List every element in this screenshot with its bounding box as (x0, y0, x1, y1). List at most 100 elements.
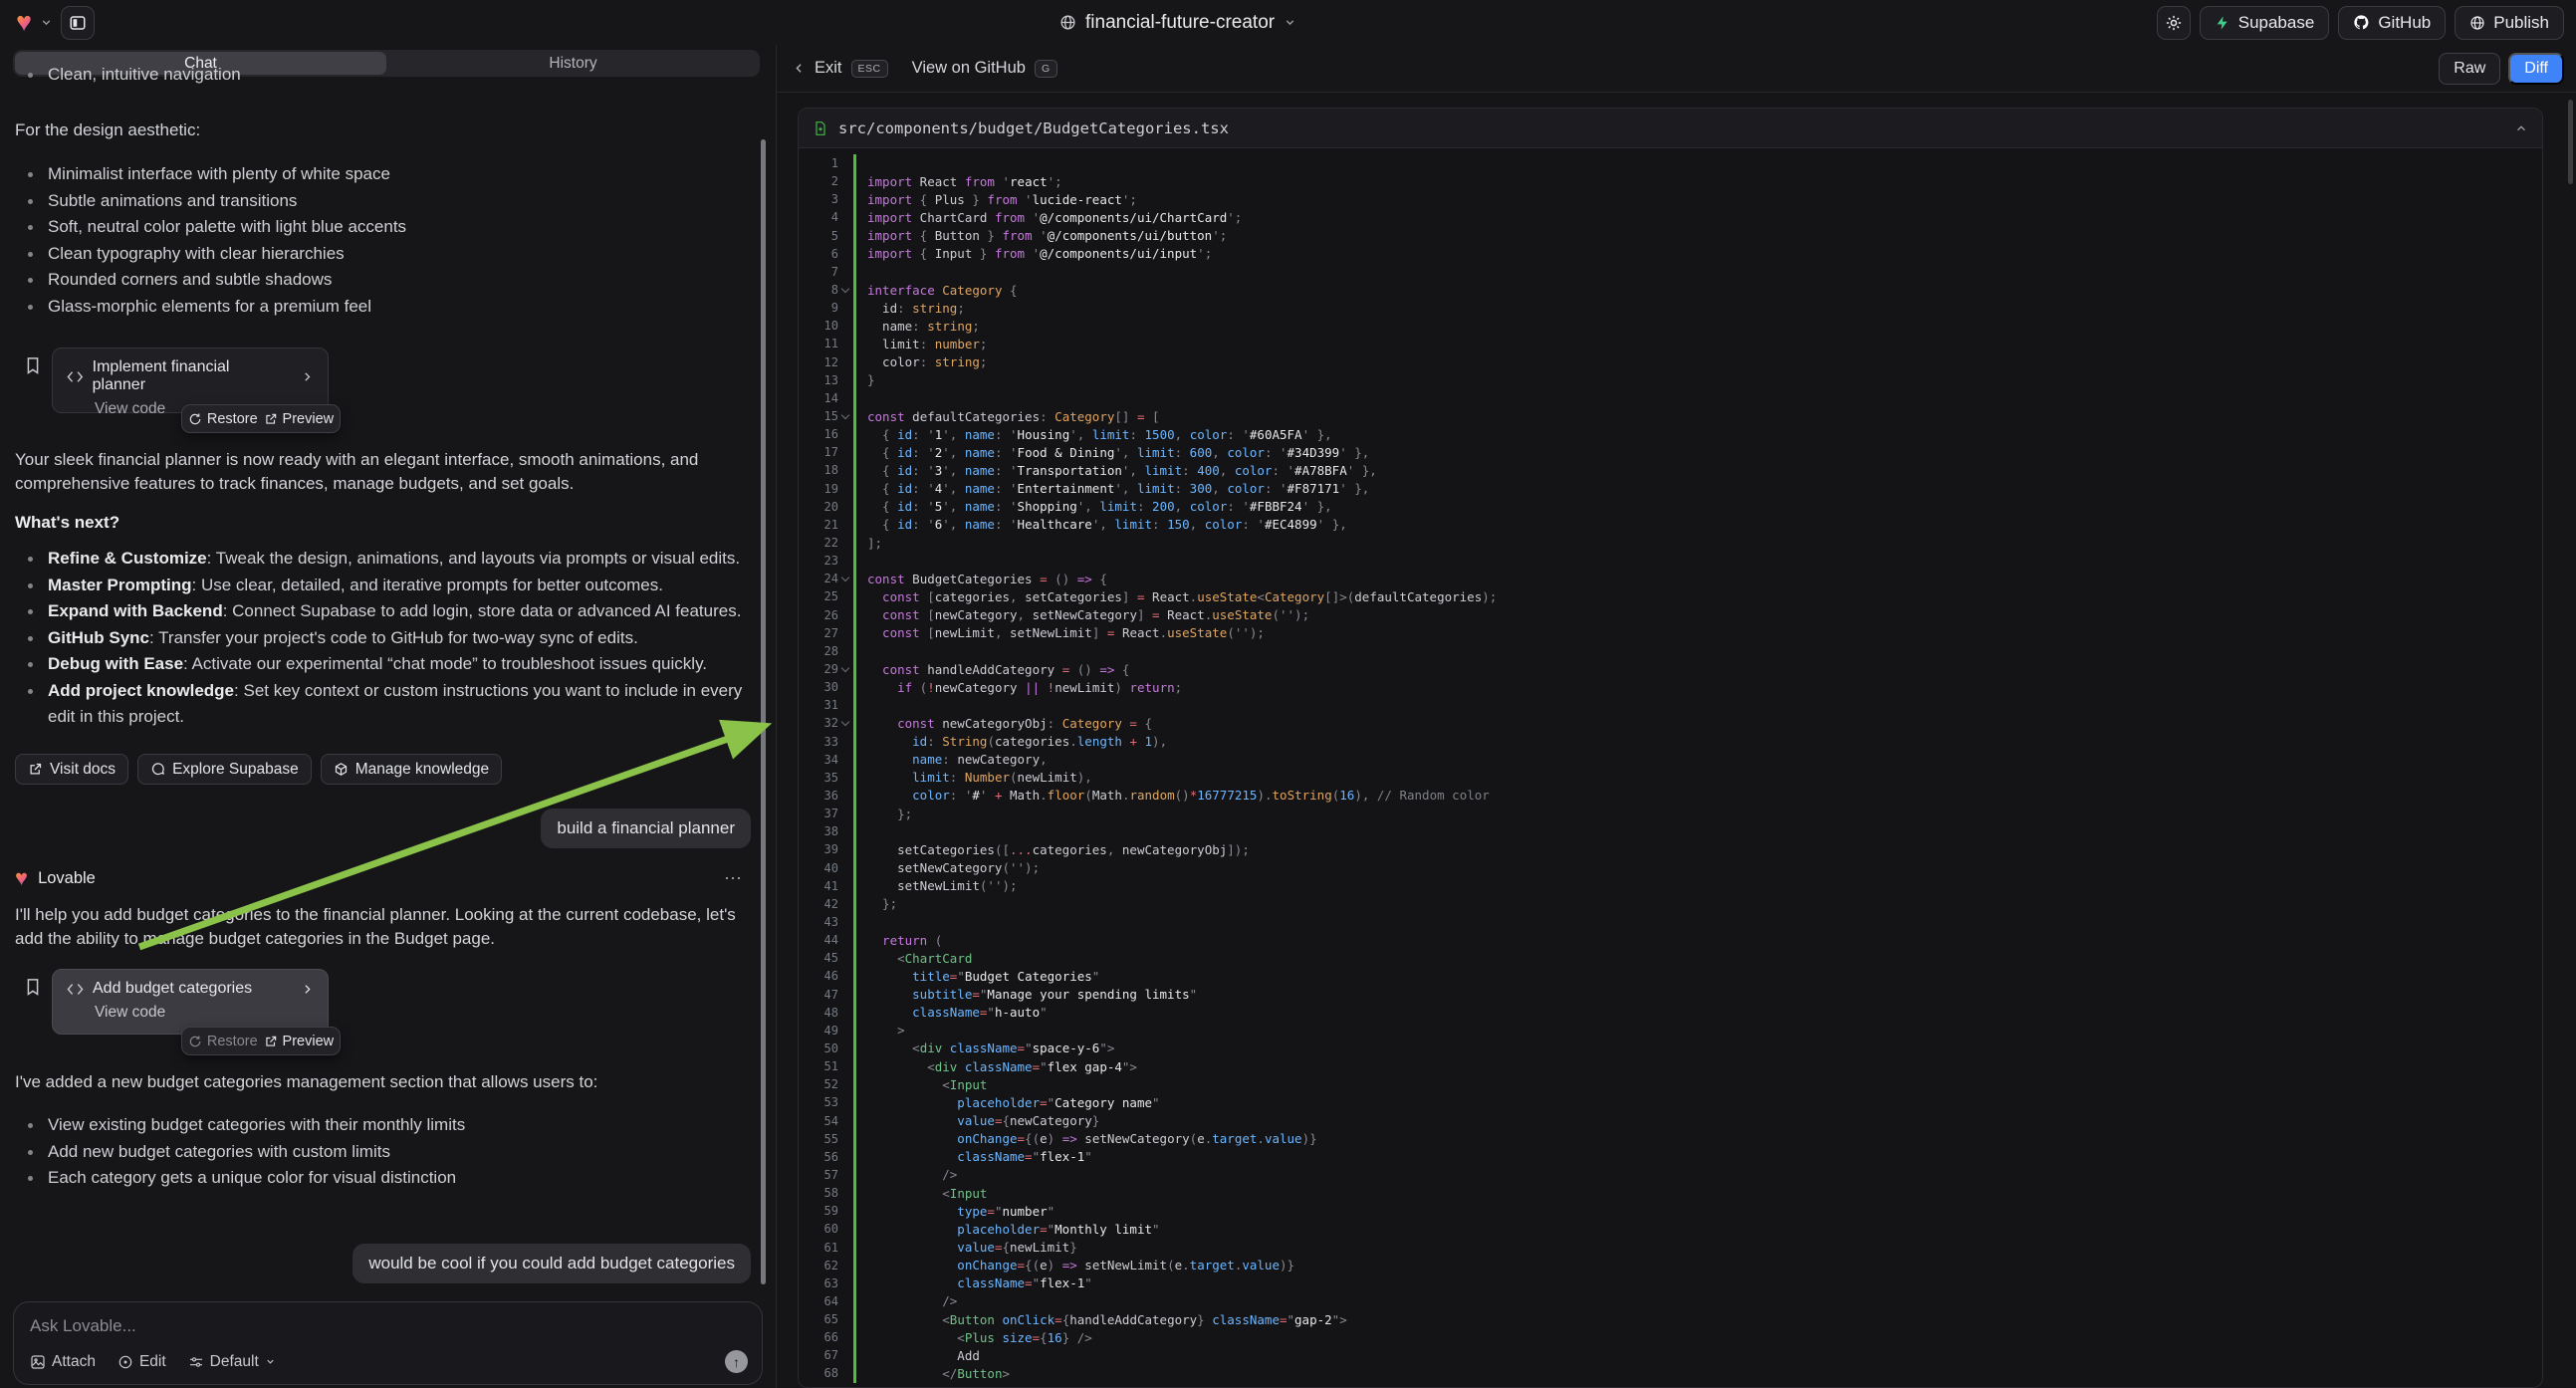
line-number: 46 (799, 969, 838, 983)
model-selector[interactable]: Default (188, 1353, 276, 1371)
code-line: 14 (799, 389, 2542, 407)
bookmark-icon[interactable] (23, 977, 43, 997)
diff-added-bar (853, 154, 856, 172)
line-number: 47 (799, 988, 838, 1002)
line-number: 30 (799, 680, 838, 694)
line-number: 7 (799, 265, 838, 279)
manage-knowledge-button[interactable]: Manage knowledge (321, 754, 502, 785)
lovable-logo-icon[interactable]: ♥ (16, 9, 32, 36)
code-text: <Plus size={16} /> (856, 1330, 1092, 1345)
line-number: 15 (799, 409, 838, 423)
github-label: GitHub (2378, 13, 2431, 33)
esc-kbd-badge: ESC (851, 60, 888, 78)
file-header[interactable]: src/components/budget/BudgetCategories.t… (799, 109, 2542, 148)
view-on-github-button[interactable]: View on GitHub G (912, 59, 1057, 78)
code-text: const [newCategory, setNewCategory] = Re… (856, 607, 1309, 622)
exit-button[interactable]: Exit ESC (793, 59, 888, 78)
restore-button[interactable]: Restore (188, 1034, 258, 1049)
code-text: placeholder="Monthly limit" (856, 1222, 1160, 1237)
target-icon (117, 1354, 133, 1370)
version-card-toolbar: Restore Preview (181, 1027, 341, 1055)
settings-button[interactable] (2157, 6, 2191, 40)
code-line: 46 title="Budget Categories" (799, 967, 2542, 985)
line-number: 13 (799, 373, 838, 387)
preview-button[interactable]: Preview (264, 1034, 335, 1049)
globe-icon (2469, 15, 2485, 31)
code-text: title="Budget Categories" (856, 969, 1099, 984)
github-button[interactable]: GitHub (2338, 6, 2446, 40)
line-number: 59 (799, 1204, 838, 1218)
line-number: 6 (799, 247, 838, 261)
code-line: 41 setNewLimit(''); (799, 877, 2542, 895)
code-text: type="number" (856, 1204, 1054, 1219)
restore-button[interactable]: Restore (188, 411, 258, 427)
edit-button[interactable]: Edit (117, 1353, 166, 1371)
line-number: 68 (799, 1366, 838, 1380)
code-line: 52 <Input (799, 1075, 2542, 1093)
sliders-icon (188, 1354, 204, 1370)
list-item: Refine & Customize: Tweak the design, an… (15, 546, 760, 573)
code-line: 2import React from 'react'; (799, 172, 2542, 190)
code-text: name: newCategory, (856, 752, 1048, 767)
send-button[interactable]: ↑ (725, 1350, 748, 1373)
raw-toggle-button[interactable]: Raw (2439, 53, 2500, 85)
github-icon (2353, 14, 2370, 31)
assistant-paragraph: I'll help you add budget categories to t… (15, 903, 754, 950)
code-text: > (856, 1023, 905, 1038)
bookmark-icon[interactable] (23, 355, 43, 375)
publish-button[interactable]: Publish (2455, 6, 2564, 40)
code-line: 7 (799, 263, 2542, 281)
line-number: 27 (799, 626, 838, 640)
code-scrollbar[interactable] (2568, 100, 2573, 184)
chat-bubble-icon (150, 762, 165, 777)
line-number: 36 (799, 789, 838, 803)
view-code-link[interactable]: View code (95, 1004, 314, 1022)
attach-button[interactable]: Attach (30, 1353, 96, 1371)
sidebar-toggle-button[interactable] (61, 6, 95, 40)
chat-input-box[interactable]: Ask Lovable... Attach Edit Default ↑ (13, 1301, 763, 1385)
line-number: 51 (799, 1059, 838, 1073)
diff-toggle-button[interactable]: Diff (2508, 53, 2564, 85)
code-text: import React from 'react'; (856, 174, 1062, 189)
line-number: 62 (799, 1259, 838, 1272)
chevron-right-icon[interactable] (301, 983, 314, 996)
chevron-right-icon[interactable] (301, 370, 314, 383)
more-options-icon[interactable]: ⋯ (724, 868, 743, 889)
chevron-down-icon[interactable] (40, 16, 53, 29)
project-switcher[interactable]: financial-future-creator (1059, 0, 1296, 45)
code-text: id: string; (856, 301, 965, 316)
chat-scrollbar[interactable] (761, 139, 766, 1284)
code-editor[interactable]: 12import React from 'react';3import { Pl… (799, 148, 2542, 1383)
design-aesthetic-heading: For the design aesthetic: (15, 118, 756, 142)
line-number: 43 (799, 915, 838, 929)
line-number: 29 (799, 662, 838, 676)
version-card-add-budget-categories[interactable]: Add budget categories View code (52, 969, 329, 1035)
preview-button[interactable]: Preview (264, 411, 335, 427)
visit-docs-button[interactable]: Visit docs (15, 754, 128, 785)
chevron-left-icon (793, 62, 806, 75)
code-line: 35 limit: Number(newLimit), (799, 769, 2542, 787)
explore-supabase-button[interactable]: Explore Supabase (137, 754, 312, 785)
line-number: 38 (799, 824, 838, 838)
code-line: 54 value={newCategory} (799, 1111, 2542, 1129)
code-text: className="flex-1" (856, 1149, 1092, 1164)
chevron-down-icon (1284, 16, 1296, 29)
code-text: }; (856, 896, 897, 911)
version-card-toolbar: Restore Preview (181, 404, 341, 433)
preview-label: Preview (283, 1034, 335, 1049)
code-line: 65 <Button onClick={handleAddCategory} c… (799, 1310, 2542, 1328)
external-link-icon (28, 762, 43, 777)
line-number: 18 (799, 463, 838, 477)
line-number: 33 (799, 735, 838, 749)
code-line: 62 onChange={(e) => setNewLimit(e.target… (799, 1257, 2542, 1274)
line-number: 23 (799, 554, 838, 568)
restore-label: Restore (207, 1034, 258, 1049)
code-line: 37 }; (799, 805, 2542, 822)
assistant-paragraph: I've added a new budget categories manag… (15, 1070, 756, 1094)
line-number: 65 (799, 1312, 838, 1326)
code-line: 3import { Plus } from 'lucide-react'; (799, 190, 2542, 208)
code-line: 9 id: string; (799, 299, 2542, 317)
supabase-button[interactable]: Supabase (2200, 6, 2330, 40)
code-line: 1 (799, 154, 2542, 172)
chevron-up-icon[interactable] (2514, 121, 2528, 135)
